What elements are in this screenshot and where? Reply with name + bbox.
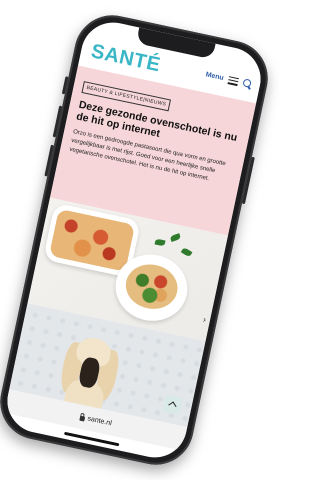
phone-screen: SANTÉ Menu BEAUTY & LIFESTYLE|NIEUWS Dez… bbox=[1, 16, 266, 464]
scroll-to-top-button[interactable] bbox=[161, 393, 183, 416]
mute-switch bbox=[61, 76, 68, 95]
basil-leaf bbox=[169, 233, 181, 242]
search-icon[interactable] bbox=[242, 78, 253, 89]
lock-icon bbox=[78, 415, 85, 422]
volume-down-button bbox=[43, 144, 54, 177]
header-nav: Menu bbox=[204, 70, 252, 89]
volume-up-button bbox=[52, 105, 62, 138]
hamburger-icon[interactable] bbox=[227, 75, 239, 86]
url-text[interactable]: sante.nl bbox=[86, 415, 111, 427]
power-button bbox=[241, 156, 255, 205]
menu-label[interactable]: Menu bbox=[204, 71, 223, 82]
phone-device: SANTÉ Menu BEAUTY & LIFESTYLE|NIEUWS Dez… bbox=[0, 8, 275, 472]
chevron-right-icon[interactable]: › bbox=[202, 314, 207, 324]
chevron-up-icon bbox=[167, 401, 177, 410]
basil-leaf bbox=[180, 247, 192, 258]
basil-leaf bbox=[154, 238, 166, 247]
